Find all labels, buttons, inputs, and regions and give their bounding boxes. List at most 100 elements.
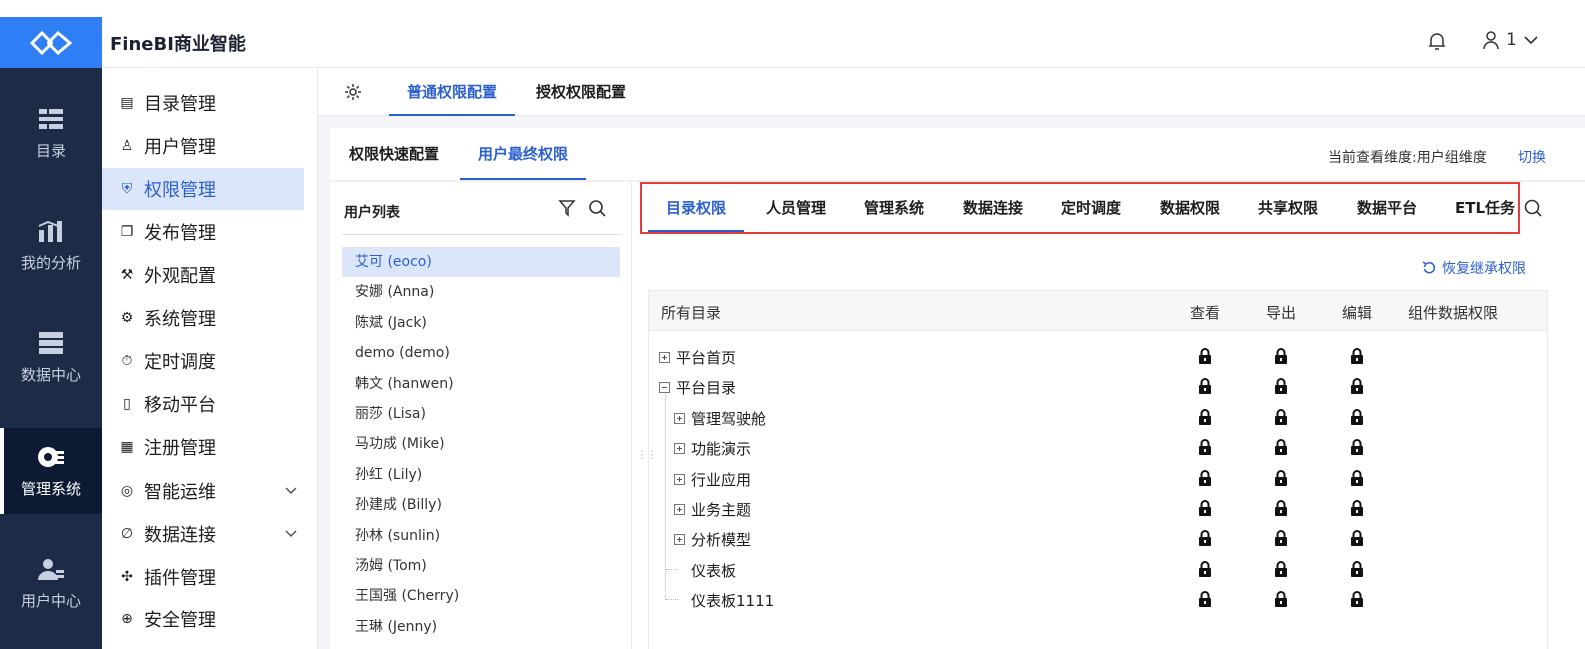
- chevron-down-icon: [285, 487, 297, 495]
- filter-icon[interactable]: [558, 199, 576, 217]
- lock-icon[interactable]: [1198, 560, 1212, 578]
- lock-icon[interactable]: [1274, 408, 1288, 426]
- menu-item-ops[interactable]: ◎ 智能运维: [102, 470, 304, 512]
- rail-item-catalog[interactable]: 目录: [0, 90, 102, 176]
- user-list-item[interactable]: 王国强 (Cherry): [342, 581, 620, 611]
- menu-item-register[interactable]: ▦ 注册管理: [102, 426, 304, 468]
- collapse-icon[interactable]: [659, 382, 670, 394]
- user-list-item[interactable]: 安娜 (Anna): [342, 277, 620, 307]
- menu-item-permissions[interactable]: ⛨ 权限管理: [102, 168, 304, 210]
- tab-data-connection[interactable]: 数据连接: [963, 184, 1023, 232]
- admin-icon: [38, 446, 64, 467]
- lock-icon[interactable]: [1198, 590, 1212, 608]
- menu-item-catalog[interactable]: ▤ 目录管理: [102, 82, 304, 124]
- expand-icon[interactable]: [659, 352, 670, 363]
- lock-icon[interactable]: [1350, 590, 1364, 608]
- user-menu[interactable]: 1: [1482, 30, 1539, 50]
- rail-item-data-center[interactable]: 数据中心: [0, 314, 102, 400]
- tab-etl-task[interactable]: ETL任务: [1455, 184, 1515, 232]
- tab-quick-config[interactable]: 权限快速配置: [349, 128, 439, 180]
- expand-icon[interactable]: [674, 443, 685, 455]
- lock-icon[interactable]: [1274, 347, 1288, 365]
- search-icon[interactable]: [1523, 198, 1543, 218]
- restore-inherit-button[interactable]: 恢复继承权限: [1422, 258, 1526, 278]
- table-row[interactable]: 分析模型: [649, 523, 1547, 553]
- lock-icon[interactable]: [1198, 438, 1212, 456]
- lock-icon[interactable]: [1274, 377, 1288, 395]
- table-row[interactable]: 行业应用: [649, 463, 1547, 493]
- tab-data-permission[interactable]: 数据权限: [1160, 184, 1220, 232]
- lock-icon[interactable]: [1198, 469, 1212, 487]
- gear-icon[interactable]: [344, 83, 362, 101]
- table-row[interactable]: 仪表板1111: [649, 584, 1547, 614]
- user-list-item[interactable]: 艾可 (eoco): [342, 247, 620, 277]
- expand-icon[interactable]: [674, 412, 685, 424]
- lock-icon[interactable]: [1350, 377, 1364, 395]
- user-list-item[interactable]: 王琳 (Jenny): [342, 612, 620, 642]
- tab-personnel[interactable]: 人员管理: [766, 184, 826, 232]
- rail-item-admin[interactable]: 管理系统: [0, 428, 102, 514]
- rail-item-user-center[interactable]: 用户中心: [0, 540, 102, 626]
- lock-icon[interactable]: [1274, 499, 1288, 517]
- menu-item-system[interactable]: ⚙ 系统管理: [102, 297, 304, 339]
- tab-schedule[interactable]: 定时调度: [1061, 184, 1121, 232]
- tab-data-platform[interactable]: 数据平台: [1357, 184, 1417, 232]
- lock-icon[interactable]: [1350, 560, 1364, 578]
- lock-icon[interactable]: [1350, 529, 1364, 547]
- lock-icon[interactable]: [1274, 560, 1288, 578]
- menu-item-publish[interactable]: ❐ 发布管理: [102, 211, 304, 253]
- bell-icon[interactable]: [1426, 30, 1448, 52]
- tab-admin-system[interactable]: 管理系统: [864, 184, 924, 232]
- tab-normal-permission[interactable]: 普通权限配置: [389, 68, 516, 116]
- lock-icon[interactable]: [1198, 347, 1212, 365]
- user-list-item[interactable]: 孙红 (Lily): [342, 460, 620, 490]
- table-row[interactable]: 仪表板: [649, 554, 1547, 584]
- lock-icon[interactable]: [1274, 529, 1288, 547]
- lock-icon[interactable]: [1350, 438, 1364, 456]
- table-row[interactable]: 管理驾驶舱: [649, 402, 1547, 432]
- lock-icon[interactable]: [1274, 469, 1288, 487]
- lock-icon[interactable]: [1198, 408, 1212, 426]
- lock-icon[interactable]: [1198, 499, 1212, 517]
- expand-icon[interactable]: [674, 473, 685, 485]
- menu-item-security[interactable]: ⊕ 安全管理: [102, 598, 304, 640]
- user-list-item[interactable]: 孙建成 (Billy): [342, 490, 620, 520]
- menu-item-appearance[interactable]: ⚒ 外观配置: [102, 254, 304, 296]
- menu-item-schedule[interactable]: ⏱ 定时调度: [102, 340, 304, 382]
- table-row[interactable]: 平台首页: [649, 341, 1547, 371]
- user-list-item[interactable]: 丽莎 (Lisa): [342, 399, 620, 429]
- expand-icon[interactable]: [674, 534, 685, 546]
- lock-icon[interactable]: [1274, 438, 1288, 456]
- user-list-item[interactable]: demo (demo): [342, 338, 620, 368]
- rail-item-analysis[interactable]: 我的分析: [0, 202, 102, 288]
- search-icon[interactable]: [588, 199, 606, 217]
- lock-icon[interactable]: [1350, 469, 1364, 487]
- user-list-item[interactable]: 汤姆 (Tom): [342, 551, 620, 581]
- tab-grant-permission[interactable]: 授权权限配置: [536, 68, 626, 116]
- lock-icon[interactable]: [1274, 590, 1288, 608]
- logo[interactable]: [0, 17, 102, 68]
- tab-share-permission[interactable]: 共享权限: [1258, 184, 1318, 232]
- user-list-item[interactable]: 陈斌 (Jack): [342, 308, 620, 338]
- menu-label: 注册管理: [144, 438, 216, 459]
- table-row[interactable]: 业务主题: [649, 493, 1547, 523]
- tab-user-final-permission[interactable]: 用户最终权限: [460, 128, 587, 180]
- user-list-item[interactable]: 马功成 (Mike): [342, 429, 620, 459]
- tab-catalog-permission[interactable]: 目录权限: [648, 184, 745, 232]
- menu-item-plugins[interactable]: ✣ 插件管理: [102, 556, 304, 598]
- table-row[interactable]: 平台目录: [649, 371, 1547, 401]
- finebi-logo-icon: [29, 30, 73, 55]
- switch-dimension-link[interactable]: 切换: [1518, 147, 1546, 167]
- expand-icon[interactable]: [674, 504, 685, 515]
- menu-item-data-connection[interactable]: ∅ 数据连接: [102, 513, 304, 555]
- user-list-item[interactable]: 韩文 (hanwen): [342, 369, 620, 399]
- menu-item-users[interactable]: ♙ 用户管理: [102, 125, 304, 167]
- lock-icon[interactable]: [1198, 377, 1212, 395]
- lock-icon[interactable]: [1350, 499, 1364, 517]
- lock-icon[interactable]: [1198, 529, 1212, 547]
- lock-icon[interactable]: [1350, 347, 1364, 365]
- table-row[interactable]: 功能演示: [649, 432, 1547, 462]
- user-list-item[interactable]: 孙林 (sunlin): [342, 521, 620, 551]
- menu-item-mobile[interactable]: ▯ 移动平台: [102, 383, 304, 425]
- lock-icon[interactable]: [1350, 408, 1364, 426]
